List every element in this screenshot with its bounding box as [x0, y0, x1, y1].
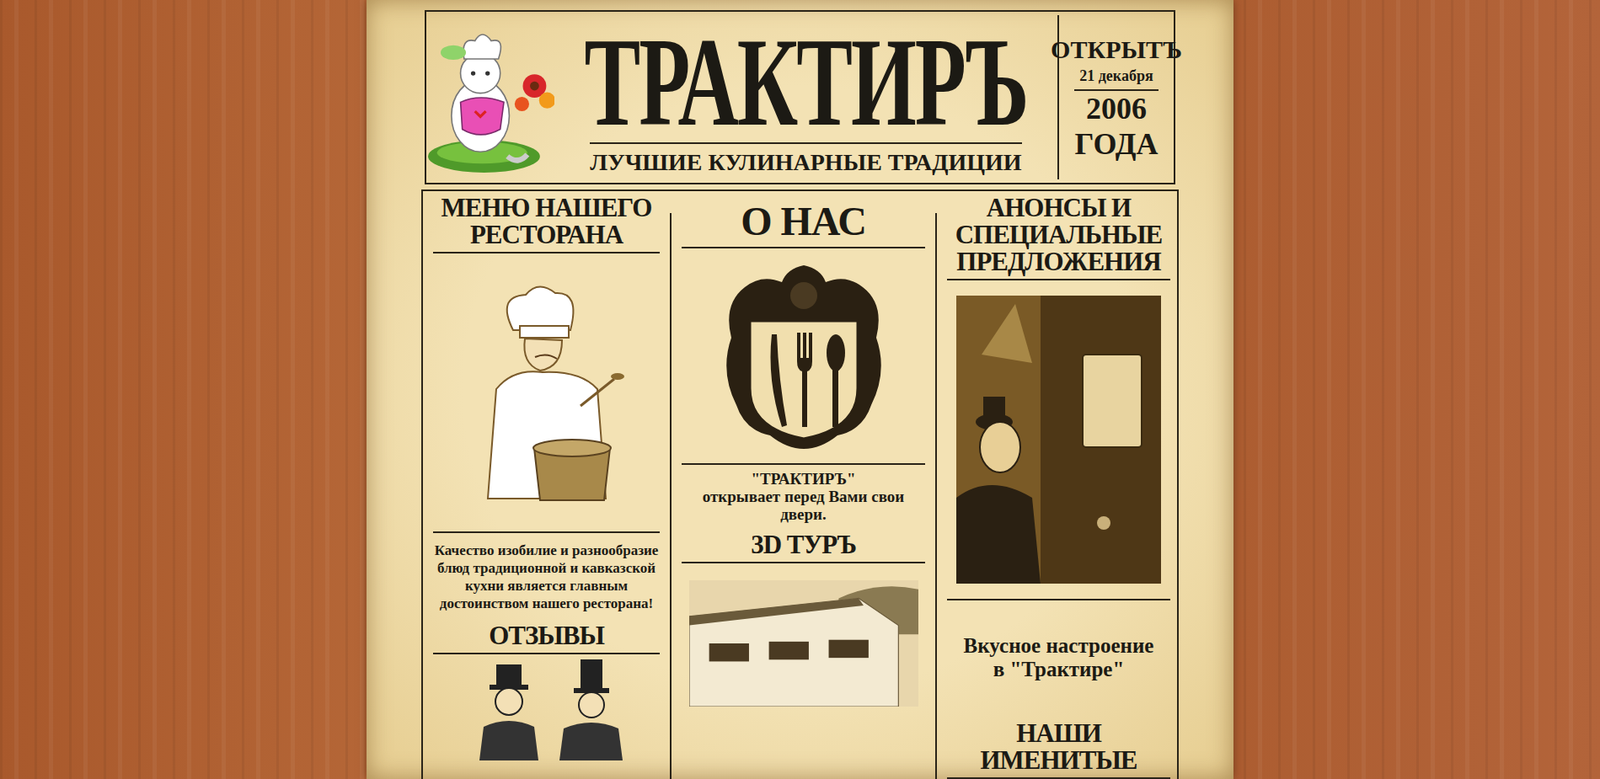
about-description: открывает перед Вами свои двери. — [681, 487, 926, 524]
tour-photo-icon[interactable] — [689, 580, 919, 707]
reviews-heading[interactable]: ОТЗЫВЫ — [433, 622, 660, 655]
crest-cutlery-icon[interactable] — [719, 262, 889, 452]
content: ТРАКТИРЪ ЛУЧШИЕ КУЛИНАРНЫЕ ТРАДИЦИИ ОТКР… — [421, 10, 1179, 779]
announcements-heading[interactable]: АНОНСЫ И СПЕЦИАЛЬНЫЕ ПРЕДЛОЖЕНИЯ — [947, 194, 1171, 281]
opening-date: ОТКРЫТЪ 21 декабря 2006 ГОДА — [1057, 15, 1174, 180]
page: ТРАКТИРЪ ЛУЧШИЕ КУЛИНАРНЫЕ ТРАДИЦИИ ОТКР… — [0, 0, 1600, 779]
opening-label: ОТКРЫТЪ — [1050, 33, 1183, 66]
about-name: "ТРАКТИРЪ" — [681, 470, 926, 488]
title-block: ТРАКТИРЪ ЛУЧШИЕ КУЛИНАРНЫЕ ТРАДИЦИИ — [554, 19, 1058, 177]
opening-suffix: ГОДА — [1075, 126, 1159, 162]
about-text: "ТРАКТИРЪ" открывает перед Вами свои две… — [681, 463, 926, 529]
menu-column: МЕНЮ НАШЕГО РЕСТОРАНА Качество изобилие … — [422, 191, 670, 779]
menu-description: Качество изобилие и разнообразие блюд тр… — [433, 531, 660, 620]
opening-year: 2006 — [1086, 90, 1147, 127]
newspaper-page: ТРАКТИРЪ ЛУЧШИЕ КУЛИНАРНЫЕ ТРАДИЦИИ ОТКР… — [366, 0, 1234, 779]
announcement-illustration-icon[interactable] — [956, 295, 1162, 584]
opening-day: 21 декабря — [1074, 65, 1158, 91]
famous-guests-heading[interactable]: НАШИ ИМЕНИТЫЕ — [947, 720, 1171, 779]
about-heading[interactable]: О НАС — [681, 194, 926, 249]
site-title[interactable]: ТРАКТИРЪ — [584, 0, 1028, 177]
announcement-caption[interactable]: Вкусное настроение в "Трактире" — [947, 599, 1171, 718]
announcements-column: АНОНСЫ И СПЕЦИАЛЬНЫЕ ПРЕДЛОЖЕНИЯ Вкусное… — [935, 213, 1181, 779]
chef-illustration-icon[interactable] — [462, 258, 632, 529]
reviews-illustration-icon[interactable] — [462, 659, 632, 761]
menu-heading[interactable]: МЕНЮ НАШЕГО РЕСТОРАНА — [433, 194, 660, 254]
about-column: О НАС "ТРАКТИРЪ" открывает перед Вами св… — [669, 213, 936, 779]
columns: МЕНЮ НАШЕГО РЕСТОРАНА Качество изобилие … — [421, 189, 1179, 779]
masthead: ТРАКТИРЪ ЛУЧШИЕ КУЛИНАРНЫЕ ТРАДИЦИИ ОТКР… — [424, 10, 1176, 185]
cat-chef-logo-icon[interactable] — [428, 17, 555, 178]
tour-heading[interactable]: 3D ТУРЪ — [681, 531, 926, 564]
